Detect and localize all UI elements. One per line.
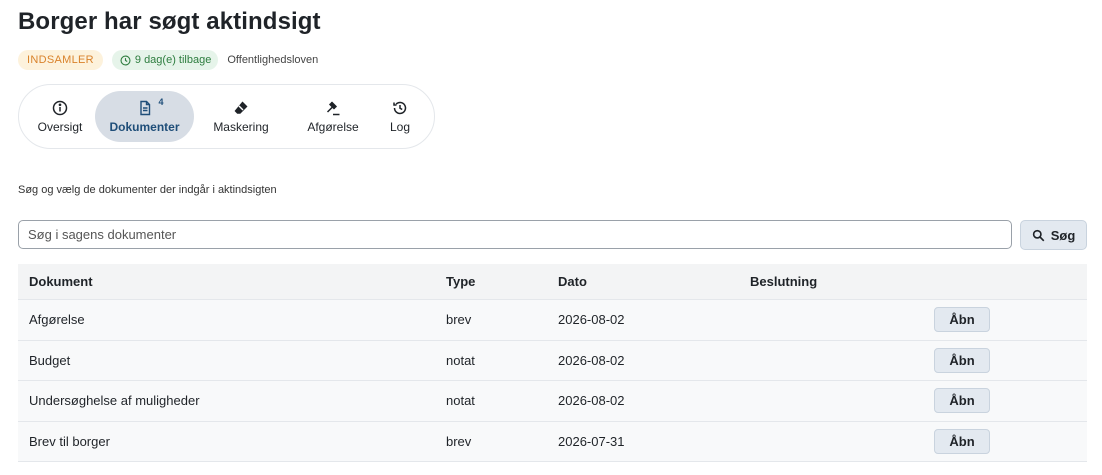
document-type: brev [446, 312, 472, 328]
document-name: Undersøghelse af muligheder [29, 393, 200, 409]
search-button-label: Søg [1050, 227, 1076, 243]
table-row: Brev til borger brev 2026-07-31 Åbn [18, 421, 1087, 463]
eraser-icon [234, 101, 248, 114]
open-document-button[interactable]: Åbn [934, 307, 990, 333]
tab-label: Maskering [213, 120, 269, 134]
document-decision [750, 341, 934, 381]
search-button[interactable]: Søg [1020, 220, 1087, 250]
tab-label: Log [389, 120, 411, 134]
column-header-actions [934, 264, 1087, 299]
table-row: Afgørelse brev 2026-08-02 Åbn [18, 300, 1087, 341]
tab-dokumenter[interactable]: 4 Dokumenter [95, 91, 194, 142]
document-date: 2026-08-02 [558, 352, 625, 368]
tab-log[interactable]: Log [378, 91, 422, 142]
document-type: notat [446, 352, 475, 368]
deadline-text: 9 dag(e) tilbage [134, 54, 212, 66]
gavel-icon [326, 101, 340, 116]
deadline-badge: 9 dag(e) tilbage [111, 50, 219, 70]
document-date: 2026-08-02 [558, 312, 625, 328]
clock-icon [120, 54, 131, 66]
tab-oversigt[interactable]: Oversigt [25, 91, 95, 142]
document-name: Budget [29, 352, 71, 368]
page-title: Borger har søgt aktindsigt [18, 8, 321, 35]
document-count-badge: 4 [158, 97, 164, 107]
law-label: Offentlighedsloven [227, 54, 319, 66]
table-row: Budget notat 2026-08-02 Åbn [18, 340, 1087, 382]
column-header-decision[interactable]: Beslutning [750, 264, 934, 299]
document-decision [750, 422, 934, 462]
document-date: 2026-07-31 [558, 434, 625, 450]
tab-afgoerelse[interactable]: Afgørelse [288, 91, 378, 142]
open-document-button[interactable]: Åbn [934, 388, 990, 414]
document-decision [750, 381, 934, 421]
status-badge: INDSAMLER [18, 50, 103, 70]
tab-label: Oversigt [37, 120, 83, 134]
case-meta: INDSAMLER 9 dag(e) tilbage Offentligheds… [18, 50, 318, 70]
search-input[interactable] [18, 220, 1012, 249]
document-decision [750, 300, 934, 340]
document-type: brev [446, 434, 472, 450]
document-name: Brev til borger [29, 434, 110, 450]
document-name: Afgørelse [29, 312, 85, 328]
document-date: 2026-08-02 [558, 393, 625, 409]
search-icon [1032, 229, 1045, 241]
history-icon [393, 101, 407, 115]
document-type: notat [446, 393, 475, 409]
column-header-type[interactable]: Type [446, 264, 558, 299]
documents-hint: Søg og vælg de dokumenter der indgår i a… [18, 184, 277, 196]
document-icon [139, 100, 150, 116]
tab-label: Dokumenter [109, 120, 180, 134]
tab-label: Afgørelse [307, 120, 359, 134]
table-row: Undersøghelse af muligheder notat 2026-0… [18, 381, 1087, 422]
case-tabs: Oversigt 4 Dokumenter Maskering Afgørels… [18, 84, 435, 149]
table-header: Dokument Type Dato Beslutning [18, 264, 1087, 300]
tab-maskering[interactable]: Maskering [194, 91, 288, 142]
column-header-document[interactable]: Dokument [18, 264, 446, 299]
column-header-date[interactable]: Dato [558, 264, 750, 299]
documents-table: Dokument Type Dato Beslutning Afgørelse … [18, 264, 1087, 463]
open-document-button[interactable]: Åbn [934, 347, 990, 373]
open-document-button[interactable]: Åbn [934, 429, 990, 455]
info-icon [52, 100, 68, 116]
